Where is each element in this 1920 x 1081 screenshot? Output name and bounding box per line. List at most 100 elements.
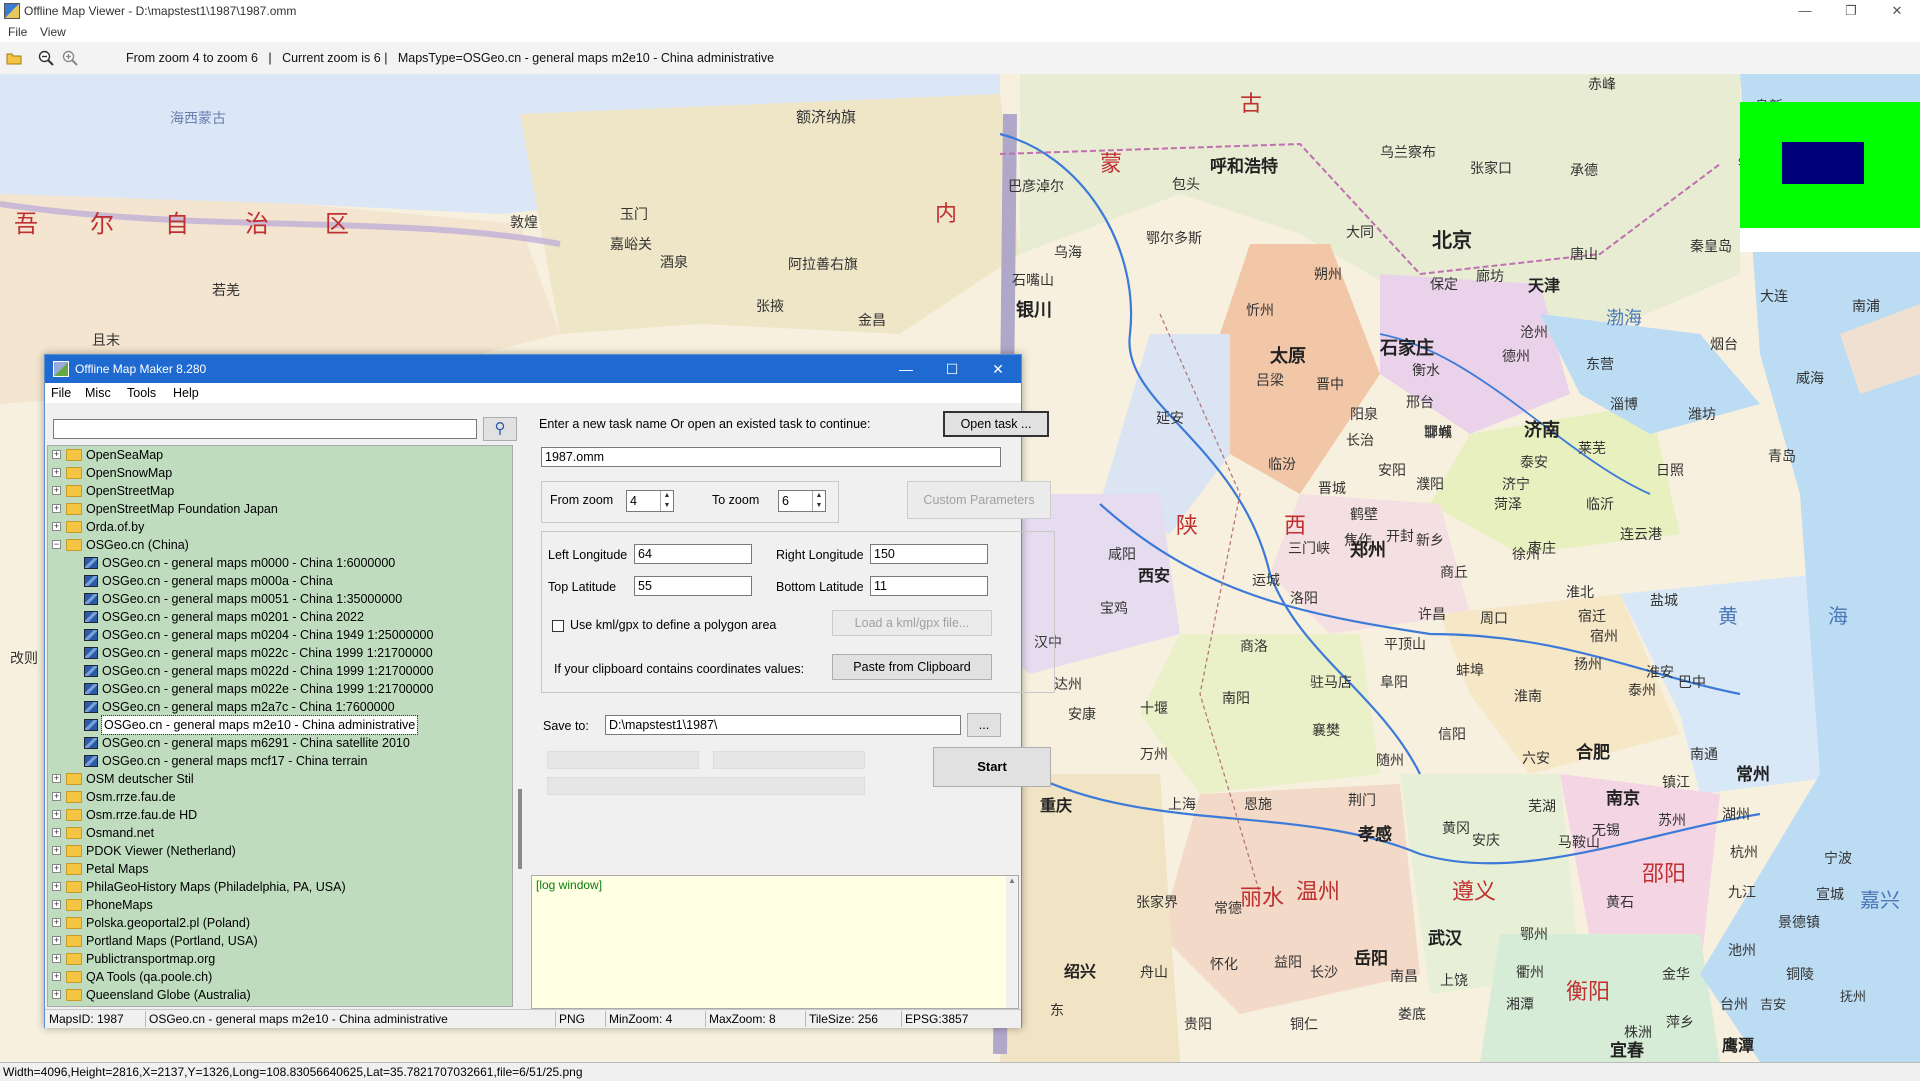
use-kml-checkbox[interactable] [552, 620, 564, 632]
tree-item-label: OSGeo.cn - general maps m0201 - China 20… [102, 610, 364, 624]
to-zoom-spinner[interactable]: 6 ▲ ▼ [778, 490, 826, 512]
expand-icon[interactable]: + [52, 954, 61, 963]
open-folder-icon[interactable] [6, 50, 22, 66]
map-label: 济宁 [1502, 476, 1530, 492]
maps-tree[interactable]: + OpenSeaMap + OpenSnowMap + OpenStreetMap + Op… [47, 445, 513, 1007]
start-button[interactable]: Start [933, 747, 1051, 787]
save-to-input[interactable]: D:\mapstest1\1987\ [605, 715, 961, 735]
map-label: 合肥 [1576, 743, 1610, 762]
maps-search-input[interactable] [53, 419, 477, 439]
tree-item-label: PDOK Viewer (Netherland) [86, 844, 236, 858]
collapse-icon[interactable]: − [52, 540, 61, 549]
paste-from-clipboard-button[interactable]: Paste from Clipboard [832, 654, 992, 680]
map-label: 鄂尔多斯 [1146, 230, 1202, 246]
maker-menu-tools[interactable]: Tools [127, 386, 156, 400]
expand-icon[interactable]: + [52, 846, 61, 855]
open-task-button[interactable]: Open task ... [943, 411, 1049, 437]
right-longitude-input[interactable]: 150 [870, 544, 988, 564]
map-label: 张掖 [756, 298, 784, 314]
folder-icon [66, 845, 82, 857]
maker-maximize-button[interactable]: ☐ [929, 355, 975, 383]
log-scrollbar[interactable]: ▲ [1006, 876, 1018, 1008]
map-label: 信阳 [1438, 726, 1466, 742]
maker-minimize-button[interactable]: — [883, 355, 929, 383]
expand-icon[interactable]: + [52, 882, 61, 891]
map-label: 连云港 [1620, 526, 1662, 542]
top-latitude-label: Top Latitude [548, 580, 617, 594]
folder-icon [66, 485, 82, 497]
map-label: 武汉 [1428, 929, 1462, 948]
log-window[interactable]: [log window] ▲ [531, 875, 1019, 1009]
maker-title-bar[interactable]: Offline Map Maker 8.280 — ☐ ✕ [45, 355, 1021, 383]
map-label: 青岛 [1768, 448, 1796, 464]
browse-button[interactable]: ... [967, 713, 1001, 737]
custom-parameters-button[interactable]: Custom Parameters [907, 481, 1051, 519]
from-zoom-spinner[interactable]: 4 ▲ ▼ [626, 490, 674, 512]
map-label: 巴中 [1678, 674, 1706, 690]
expand-icon[interactable]: + [52, 468, 61, 477]
bottom-latitude-input[interactable]: 11 [870, 576, 988, 596]
expand-icon[interactable]: + [52, 450, 61, 459]
progress-bar-2 [713, 751, 865, 769]
map-label: 九江 [1728, 884, 1756, 900]
expand-icon[interactable]: + [52, 810, 61, 819]
progress-bar-1 [547, 751, 699, 769]
spinner-arrows-icon[interactable]: ▲ ▼ [812, 491, 825, 511]
map-label: 南阳 [1222, 690, 1250, 706]
map-layer-icon [84, 701, 98, 713]
expand-icon[interactable]: + [52, 792, 61, 801]
task-name-input[interactable]: 1987.omm [541, 447, 1001, 467]
expand-icon[interactable]: + [52, 936, 61, 945]
tree-scrollbar-thumb[interactable] [518, 789, 522, 869]
expand-icon[interactable]: + [52, 918, 61, 927]
map-label: 鹤壁 [1350, 506, 1378, 522]
overview-minimap[interactable] [1740, 102, 1920, 228]
map-label: 徐州 [1512, 546, 1540, 562]
expand-icon[interactable]: + [52, 522, 61, 531]
load-kml-button[interactable]: Load a kml/gpx file... [832, 610, 992, 636]
zoom-out-icon[interactable] [38, 50, 54, 66]
map-label: 娄底 [1398, 1006, 1426, 1022]
maker-close-button[interactable]: ✕ [975, 355, 1021, 383]
top-latitude-input[interactable]: 55 [634, 576, 752, 596]
map-label: 黄冈 [1442, 820, 1470, 836]
folder-icon [66, 953, 82, 965]
tree-item-label: OpenStreetMap Foundation Japan [86, 502, 278, 516]
expand-icon[interactable]: + [52, 900, 61, 909]
folder-icon [66, 881, 82, 893]
status-format: PNG [559, 1012, 586, 1026]
menu-view[interactable]: View [40, 25, 66, 39]
maker-menu-help[interactable]: Help [173, 386, 199, 400]
expand-icon[interactable]: + [52, 486, 61, 495]
expand-icon[interactable]: + [52, 972, 61, 981]
overview-viewport-rect[interactable] [1782, 142, 1864, 184]
zoom-in-icon[interactable] [62, 50, 78, 66]
expand-icon[interactable]: + [52, 990, 61, 999]
map-label: 湘潭 [1506, 996, 1534, 1012]
expand-icon[interactable]: + [52, 774, 61, 783]
expand-icon[interactable]: + [52, 828, 61, 837]
tree-scrollbar[interactable] [515, 445, 527, 1007]
map-layer-icon [84, 629, 98, 641]
left-longitude-input[interactable]: 64 [634, 544, 752, 564]
map-label: 绍兴 [1064, 964, 1097, 981]
maker-menu-file[interactable]: File [51, 386, 71, 400]
expand-icon[interactable]: + [52, 504, 61, 513]
map-label: 嘉峪关 [610, 236, 652, 252]
folder-icon [66, 917, 82, 929]
minimize-button[interactable]: — [1782, 0, 1828, 22]
close-button[interactable]: ✕ [1874, 0, 1920, 22]
expand-icon[interactable]: + [52, 864, 61, 873]
search-button[interactable]: ⚲ [483, 417, 517, 441]
map-layer-icon [84, 719, 98, 731]
spinner-arrows-icon[interactable]: ▲ ▼ [660, 491, 673, 511]
map-label: 开封 [1386, 528, 1414, 544]
menu-file[interactable]: File [8, 25, 27, 39]
clipboard-prompt-label: If your clipboard contains coordinates v… [554, 662, 805, 676]
maker-menu-misc[interactable]: Misc [85, 386, 111, 400]
map-label: 濮阳 [1416, 476, 1444, 492]
map-label: 驻马店 [1310, 674, 1352, 690]
restore-button[interactable]: ❐ [1828, 0, 1874, 22]
map-label: 乌海 [1054, 244, 1082, 260]
tree-item-label: Petal Maps [86, 862, 149, 876]
